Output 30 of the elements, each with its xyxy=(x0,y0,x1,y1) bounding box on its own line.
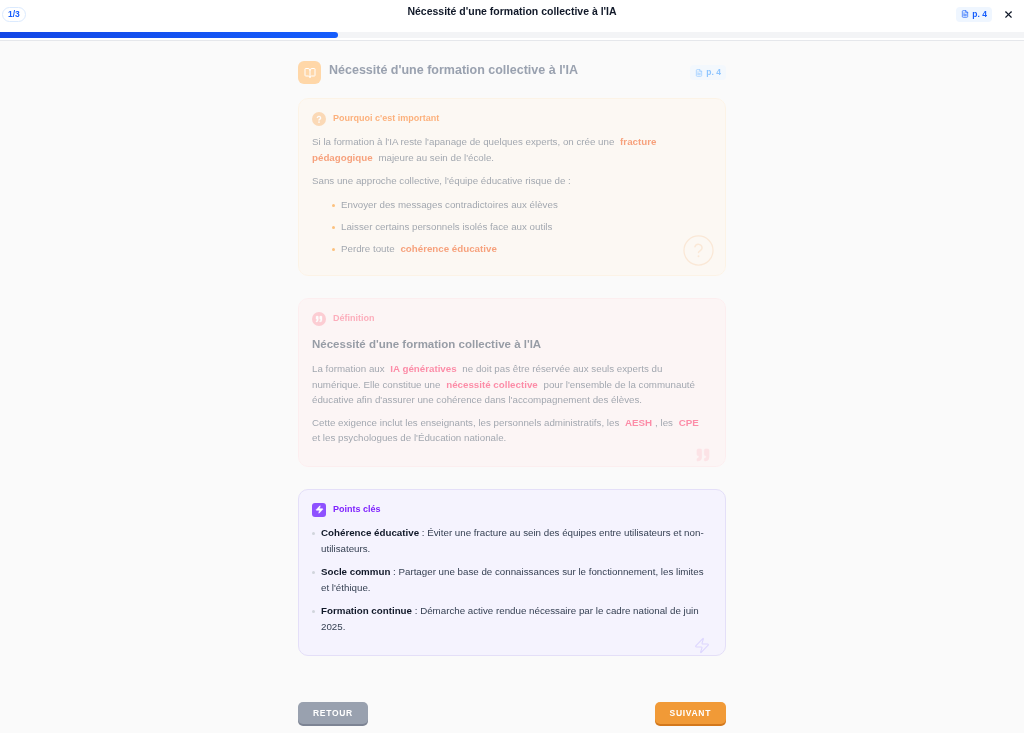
card-paragraph: Sans une approche collective, l'équipe éducative risque de : xyxy=(312,174,572,188)
document-icon xyxy=(961,10,970,18)
back-button[interactable]: RETOUR xyxy=(298,702,368,724)
bullet-text: Envoyer des messages contradictoires aux élèves xyxy=(341,198,558,212)
next-button[interactable]: SUIVANT xyxy=(654,702,726,724)
book-icon xyxy=(298,61,321,84)
document-icon xyxy=(695,68,704,77)
bullet-text: Formation continue : Démarche active rendue nécessaire par le cadre national de juin 2025. xyxy=(321,603,700,634)
bullet-text: Socle commun : Partager une base de connaissances sur le fonctionnement, les limites et l'éthique. xyxy=(321,564,705,595)
card-label: Définition xyxy=(333,312,375,326)
card-paragraph: La formation aux IA génératives ne doit pas être réservée aux seuls experts du numérique. Elle constitue une nécessité collective pour l'ensemble de la communauté éducative afin d'assurer une cohérence dans l'accompagnement des élèves. xyxy=(312,362,696,407)
bullet-text: Perdre toute cohérence éducative xyxy=(341,242,498,256)
close-button[interactable] xyxy=(1002,8,1014,20)
page-reference-button[interactable]: p. 4 xyxy=(690,65,726,80)
question-icon xyxy=(312,112,326,126)
bullet-text: Cohérence éducative : Éviter une fracture au sein des équipes entre utilisateurs et non-utilisateurs. xyxy=(321,525,705,556)
quote-icon xyxy=(312,312,326,326)
close-icon xyxy=(1002,8,1014,20)
card-paragraph: Cette exigence inclut les enseignants, les personnels administratifs, les AESH, les CPE et les psychologues de l'Éducation nationale. xyxy=(312,415,700,445)
section-title: Nécessité d'une formation collective à l'IA xyxy=(329,62,579,80)
page-title: Nécessité d'une formation collective à l'IA xyxy=(407,4,617,20)
lightning-icon xyxy=(312,502,326,517)
definition-title: Nécessité d'une formation collective à l'IA xyxy=(312,337,543,352)
page-reference-button[interactable]: p. 4 xyxy=(956,6,992,22)
card-label: Pourquoi c'est important xyxy=(333,112,440,126)
card-paragraph: Si la formation à l'IA reste l'apanage de quelques experts, on crée une fracture pédagogique majeure au sein de l'école. xyxy=(312,135,658,165)
card-label: Points clés xyxy=(333,502,381,516)
bullet-text: Laisser certains personnels isolés face aux outils xyxy=(341,220,553,234)
step-counter: 1/3 xyxy=(2,6,26,22)
question-watermark-icon xyxy=(683,235,714,266)
